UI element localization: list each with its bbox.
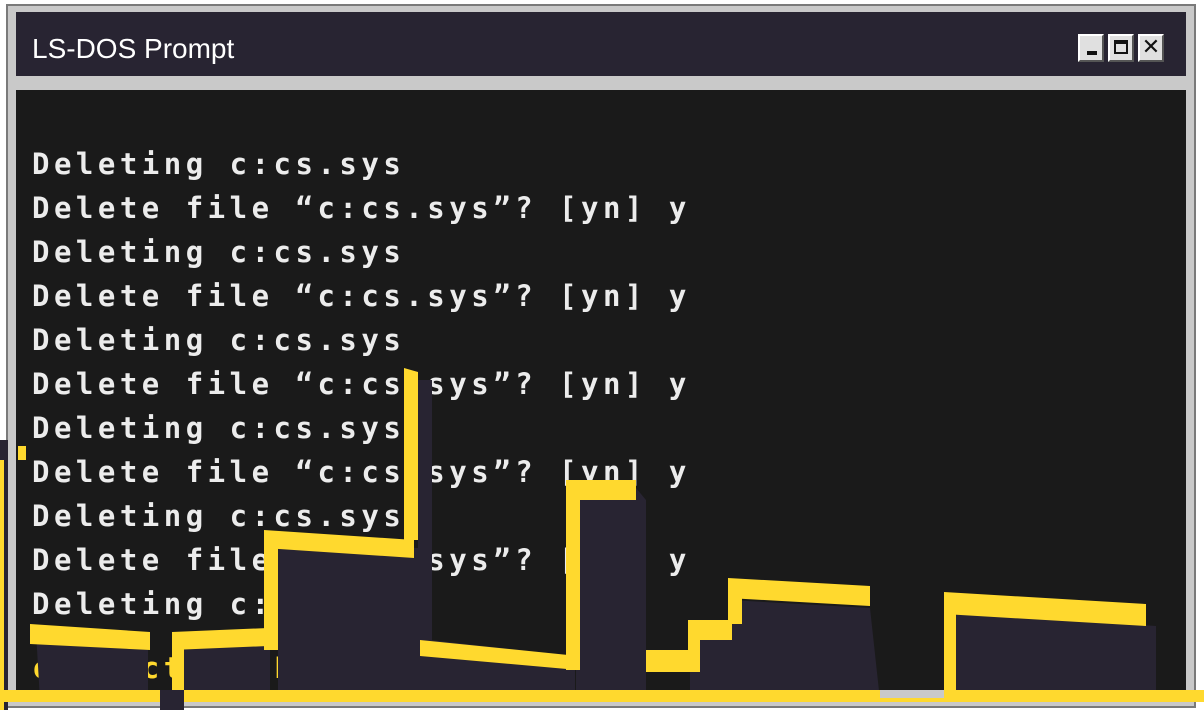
terminal-line: Delete file “c:cs.sys”? [yn] y xyxy=(32,543,691,577)
close-button[interactable]: ✕ xyxy=(1138,34,1164,62)
terminal-line: Deleting c:cs.sys xyxy=(32,587,406,621)
terminal-output[interactable]: Deleting c:cs.sys Delete file “c:cs.sys”… xyxy=(16,90,1186,698)
terminal-lines: Deleting c:cs.sys Delete file “c:cs.sys”… xyxy=(32,142,691,626)
maximize-icon xyxy=(1114,40,1128,54)
close-icon: ✕ xyxy=(1141,35,1161,60)
terminal-line: Deleting c:cs.sys xyxy=(32,235,406,269)
dos-window: LS-DOS Prompt ✕ Deleting c:cs.sys Delete… xyxy=(6,4,1196,708)
minimize-button[interactable] xyxy=(1078,34,1104,62)
terminal-line: Delete file “c:cs.sys”? [yn] y xyxy=(32,191,691,225)
minimize-icon xyxy=(1087,51,1097,55)
title-bar[interactable]: LS-DOS Prompt ✕ xyxy=(16,12,1186,76)
maximize-button[interactable] xyxy=(1108,34,1134,62)
terminal-line: Deleting c:cs.sys xyxy=(32,411,406,445)
window-title: LS-DOS Prompt xyxy=(32,33,235,64)
terminal-line: Delete file “c:cs.sys”? [yn] y xyxy=(32,279,691,313)
terminal-line: Delete file “c:cs.sys”? [yn] y xyxy=(32,455,691,489)
terminal-line: Delete file “c:cs.sys”? [yn] y xyxy=(32,367,691,401)
terminal-line: Deleting c:cs.sys xyxy=(32,499,406,533)
command-prompt[interactable]: c:> Active LeetOS.exe xyxy=(32,646,493,690)
terminal-line: Deleting c:cs.sys xyxy=(32,147,406,181)
terminal-line: Deleting c:cs.sys xyxy=(32,323,406,357)
